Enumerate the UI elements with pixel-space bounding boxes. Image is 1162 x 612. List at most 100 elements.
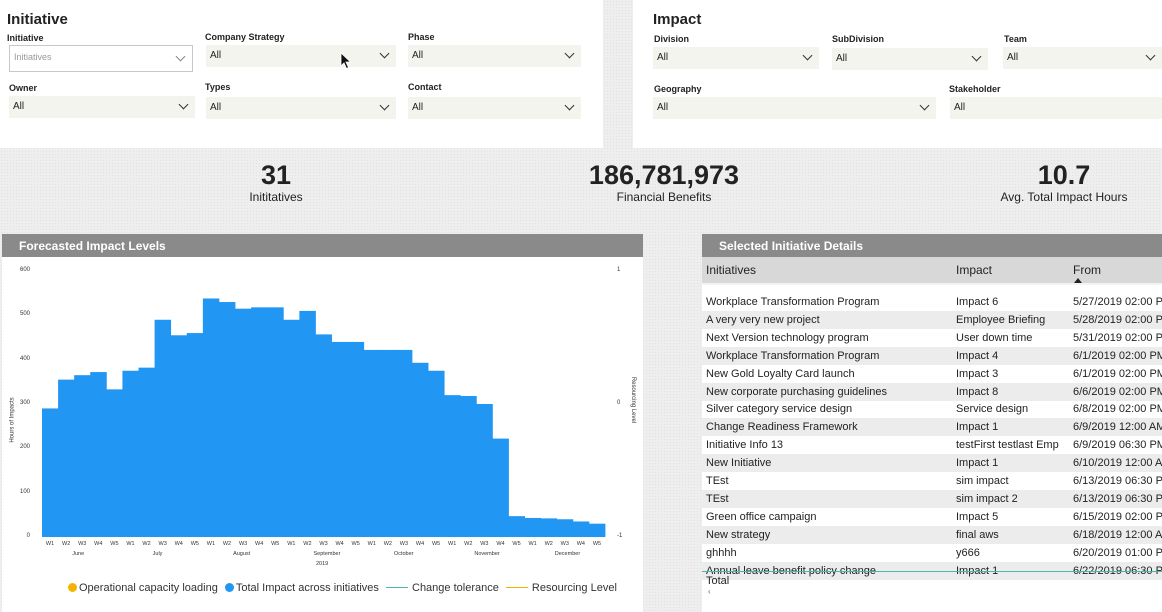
cell-from: 6/18/2019 12:00 AM xyxy=(1073,528,1162,541)
bar-3[interactable] xyxy=(90,372,107,537)
table-row[interactable]: TEst sim impact 2 6/13/2019 06:30 PM xyxy=(702,489,1162,508)
bar-23[interactable] xyxy=(411,362,429,537)
kpi-label: Inititatives xyxy=(249,190,303,204)
bar-10[interactable] xyxy=(202,298,220,537)
table-row[interactable]: New corporate purchasing guidelines Impac… xyxy=(702,382,1162,401)
table-row[interactable]: Workplace Transformation Program Impact 6… xyxy=(702,293,1162,311)
bar-7[interactable] xyxy=(154,319,172,537)
bar-25[interactable] xyxy=(444,395,461,537)
bar-15[interactable] xyxy=(283,319,300,537)
x-tick-label: W4 xyxy=(335,541,344,547)
bar-20[interactable] xyxy=(363,349,381,537)
bar-31[interactable] xyxy=(540,518,558,537)
phase-value: All xyxy=(412,50,424,61)
company-strategy-dropdown[interactable]: All xyxy=(206,45,396,67)
table-row[interactable]: Green office campaign Impact 5 6/15/2019 0… xyxy=(702,508,1162,526)
bar-34[interactable] xyxy=(588,523,606,537)
cell-from: 6/8/2019 02:00 PM xyxy=(1073,403,1162,416)
bar-14[interactable] xyxy=(267,307,284,537)
bar-30[interactable] xyxy=(524,517,542,537)
owner-dropdown[interactable]: All xyxy=(9,96,195,118)
bar-9[interactable] xyxy=(186,333,204,537)
bar-12[interactable] xyxy=(235,308,252,537)
x-tick-label: W5 xyxy=(431,541,441,547)
table-row[interactable]: TEst sim impact 6/13/2019 06:30 PM xyxy=(702,472,1162,490)
bar-26[interactable] xyxy=(460,396,477,537)
cell-impact: sim impact 2 xyxy=(956,492,1018,505)
cell-initiative: Workplace Transformation Program xyxy=(706,349,880,362)
geography-label: Geography xyxy=(654,84,702,94)
initiative-filter-label: Initiative xyxy=(7,33,44,43)
scroll-left-icon[interactable]: ‹ xyxy=(708,587,711,596)
bar-17[interactable] xyxy=(315,334,332,537)
x-tick-label: W4 xyxy=(576,541,585,547)
table-row[interactable]: New Initiative Impact 1 6/10/2019 12:00 AM xyxy=(702,454,1162,473)
division-dropdown[interactable]: All xyxy=(653,47,819,69)
bar-11[interactable] xyxy=(218,302,236,537)
x-tick-label: W3 xyxy=(238,541,248,547)
x-tick-label: W5 xyxy=(271,541,280,547)
team-value: All xyxy=(1007,52,1019,63)
bar-24[interactable] xyxy=(428,370,445,537)
legend-change-tolerance[interactable]: Change tolerance xyxy=(386,582,499,594)
bar-16[interactable] xyxy=(299,310,316,537)
geography-dropdown[interactable]: All xyxy=(653,97,936,119)
bar-1[interactable] xyxy=(58,379,75,537)
column-header-initiatives[interactable]: Initiatives xyxy=(706,263,756,277)
table-row[interactable]: A very very new project Employee Briefing… xyxy=(702,310,1162,329)
x-tick-label: W4 xyxy=(174,541,183,547)
table-row[interactable]: Change Readiness Framework Impact 1 6/9/20… xyxy=(702,418,1162,437)
bar-8[interactable] xyxy=(170,335,188,537)
bar-5[interactable] xyxy=(122,370,139,537)
legend-resourcing-level[interactable]: Resourcing Level xyxy=(505,582,617,594)
cell-impact: y666 xyxy=(956,546,980,559)
table-row[interactable]: Initiative Info 13 testFirst testlast Emp… xyxy=(702,436,1162,454)
subdivision-dropdown[interactable]: All xyxy=(832,48,988,70)
kpi-initiatives: 31 Inititatives xyxy=(176,160,376,204)
cell-initiative: New corporate purchasing guidelines xyxy=(706,385,887,398)
legend-operational-capacity[interactable]: Operational capacity loading xyxy=(68,582,218,594)
types-label: Types xyxy=(205,82,231,92)
bar-6[interactable] xyxy=(138,367,155,537)
x-tick-label: W3 xyxy=(158,541,167,547)
table-row[interactable]: Workplace Transformation Program Impact 4… xyxy=(702,346,1162,365)
x-tick-label: W2 xyxy=(464,541,473,547)
table-row[interactable]: Silver category service design Service de… xyxy=(702,400,1162,418)
bar-28[interactable] xyxy=(492,438,509,537)
bar-4[interactable] xyxy=(106,389,123,537)
bar-32[interactable] xyxy=(556,519,574,537)
table-row[interactable]: New strategy final aws 6/18/2019 12:00 AM xyxy=(702,525,1162,544)
types-dropdown[interactable]: All xyxy=(206,97,396,119)
kpi-value: 31 xyxy=(260,160,292,190)
bar-29[interactable] xyxy=(508,516,525,537)
bar-19[interactable] xyxy=(347,341,365,537)
table-row[interactable]: ghhhh y666 6/20/2019 01:00 PM xyxy=(702,544,1162,562)
stakeholder-dropdown[interactable]: All xyxy=(950,97,1162,119)
legend-total-impact[interactable]: Total Impact across initiatives xyxy=(224,582,379,594)
column-header-from[interactable]: From xyxy=(1073,263,1101,277)
initiative-dropdown[interactable]: Initiatives xyxy=(9,45,193,72)
x-tick-label: W2 xyxy=(544,541,553,547)
bar-2[interactable] xyxy=(74,375,91,537)
phase-dropdown[interactable]: All xyxy=(408,45,581,67)
bar-22[interactable] xyxy=(395,349,413,537)
bar-27[interactable] xyxy=(476,404,493,537)
mouse-cursor-icon xyxy=(340,52,352,70)
horizontal-scrollbar[interactable]: ‹ xyxy=(702,587,1162,596)
contact-dropdown[interactable]: All xyxy=(408,97,581,119)
table-row[interactable]: Next Version technology program User down… xyxy=(702,329,1162,347)
cell-from: 6/1/2019 02:00 PM xyxy=(1073,349,1162,362)
bar-33[interactable] xyxy=(572,521,590,537)
chart-header: Forecasted Impact Levels xyxy=(2,234,643,257)
cell-impact: Impact 6 xyxy=(956,296,999,308)
bar-0[interactable] xyxy=(42,408,59,537)
bar-18[interactable] xyxy=(331,341,349,537)
bar-21[interactable] xyxy=(379,349,397,537)
chevron-down-icon xyxy=(919,100,930,111)
total-divider xyxy=(702,571,1162,572)
cell-impact: Impact 5 xyxy=(956,510,999,523)
table-row[interactable]: New Gold Loyalty Card launch Impact 3 6/1/… xyxy=(702,365,1162,383)
column-header-impact[interactable]: Impact xyxy=(956,263,992,277)
team-dropdown[interactable]: All xyxy=(1003,47,1162,69)
bar-13[interactable] xyxy=(251,307,268,537)
